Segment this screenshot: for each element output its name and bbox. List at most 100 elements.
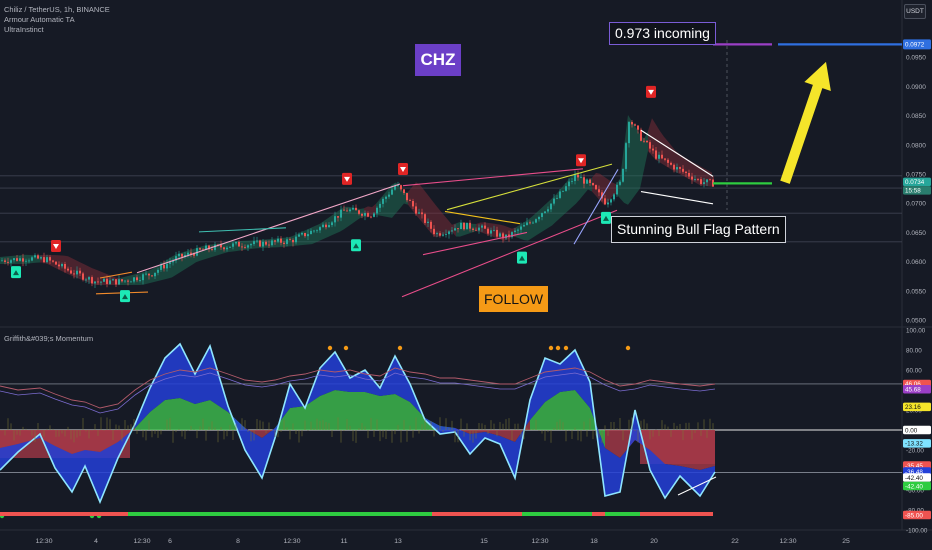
momentum-value-badge: -85.00 (903, 510, 931, 519)
candle-body (664, 158, 666, 160)
time-tick-label: 12:30 (779, 538, 796, 545)
countdown-badge-text: 15:58 (905, 188, 921, 195)
last-price-badge-text: 0.0734 (905, 179, 925, 186)
candle-body (661, 154, 663, 159)
candle-body (229, 246, 231, 248)
candle-body (13, 258, 15, 261)
candle-body (340, 209, 342, 218)
momentum-tick-label: 60.00 (906, 368, 922, 375)
candle-body (319, 227, 321, 231)
symbol-title: Chiliz / TetherUS, 1h, BINANCE (4, 5, 110, 14)
candle-body (688, 172, 690, 177)
candle-body (262, 241, 264, 247)
candle-body (334, 216, 336, 223)
candle-body (97, 281, 99, 283)
candle-body (142, 274, 144, 281)
momentum-tick-label: 100.00 (906, 328, 926, 335)
trend-cloud-segment (420, 184, 424, 225)
candle-body (667, 159, 669, 163)
candle-body (529, 222, 531, 224)
momentum-value-badge: 23.16 (903, 402, 931, 411)
candle-body (652, 148, 654, 151)
candle-body (223, 247, 225, 250)
candle-body (541, 213, 543, 217)
trend-area-segment (350, 392, 365, 430)
indicator-name-1[interactable]: Armour Automatic TA (4, 15, 75, 24)
candle-body (703, 182, 705, 184)
candle-body (418, 212, 420, 214)
price-tick-label: 0.0700 (906, 201, 926, 208)
candle-body (313, 230, 315, 232)
candle-body (526, 222, 528, 226)
candle-body (271, 240, 273, 246)
time-tick-label: 12:30 (35, 538, 52, 545)
trend-cloud-segment (660, 131, 664, 166)
candle-body (484, 225, 486, 229)
momentum-value-badge: 0.00 (903, 425, 931, 434)
candle-body (427, 221, 429, 223)
candle-body (40, 257, 42, 259)
candle-body (424, 214, 426, 223)
candle-body (28, 260, 30, 262)
time-tick-label: 20 (650, 538, 658, 545)
time-tick-label: 22 (731, 538, 739, 545)
candle-body (589, 179, 591, 184)
trend-cloud-segment (560, 184, 564, 219)
candle-body (286, 239, 288, 244)
candle-body (82, 273, 84, 280)
candle-body (487, 228, 489, 234)
time-tick-label: 13 (394, 538, 402, 545)
candle-body (415, 206, 417, 214)
candle-body (283, 242, 285, 244)
currency-button[interactable]: USDT (904, 4, 926, 19)
candle-body (610, 199, 612, 203)
candle-body (100, 281, 102, 283)
candle-body (565, 186, 567, 191)
sell-signal-icon (51, 240, 61, 253)
trend-line[interactable] (640, 191, 714, 205)
candle-body (85, 279, 87, 281)
trend-cloud-segment (316, 223, 320, 243)
trend-cloud-segment (532, 212, 536, 239)
price-tick-label: 0.0650 (906, 230, 926, 237)
candle-body (310, 230, 312, 235)
candle-body (160, 264, 162, 270)
candle-body (532, 222, 534, 224)
buy-signal-icon (517, 251, 527, 264)
candle-body (454, 228, 456, 231)
candle-body (7, 261, 9, 263)
candle-body (43, 257, 45, 263)
momentum-title[interactable]: Griffith&#039;s Momentum (4, 334, 93, 343)
trend-line[interactable] (402, 168, 584, 187)
candle-body (22, 258, 24, 262)
time-tick-label: 18 (590, 538, 598, 545)
candle-body (379, 203, 381, 208)
candle-body (64, 263, 66, 269)
candle-body (469, 222, 471, 229)
momentum-value-badge: -42.40 (903, 481, 931, 490)
candle-body (136, 277, 138, 281)
chart-canvas[interactable]: 0.0950 0.0900 0.0850 0.0800 0.0750 0.0700 0.06… (0, 0, 932, 550)
signal-dot (555, 345, 561, 351)
candle-body (535, 219, 537, 223)
trend-line[interactable] (198, 227, 287, 233)
buy-signal-icon (601, 211, 611, 224)
trend-cloud-segment (528, 216, 532, 241)
candle-body (19, 258, 21, 261)
indicator-name-2[interactable]: UltraInstinct (4, 25, 44, 34)
candle-body (562, 190, 564, 192)
time-tick-label: 12:30 (133, 538, 150, 545)
candle-body (346, 210, 348, 212)
candle-body (481, 225, 483, 228)
trend-cloud-segment (124, 275, 128, 286)
candle-body (520, 226, 522, 230)
candle-body (436, 233, 438, 235)
candle-body (616, 184, 618, 195)
candle-body (244, 247, 246, 248)
candle-body (475, 229, 477, 231)
candle-body (187, 252, 189, 255)
time-axis[interactable]: 12:30 4 12:30 6 8 12:30 11 13 15 12:30 18 20 22 12:30… (35, 538, 850, 545)
buy-signal-icon (351, 239, 361, 252)
candle-body (295, 236, 297, 243)
momentum-tick-label: 80.00 (906, 348, 922, 355)
